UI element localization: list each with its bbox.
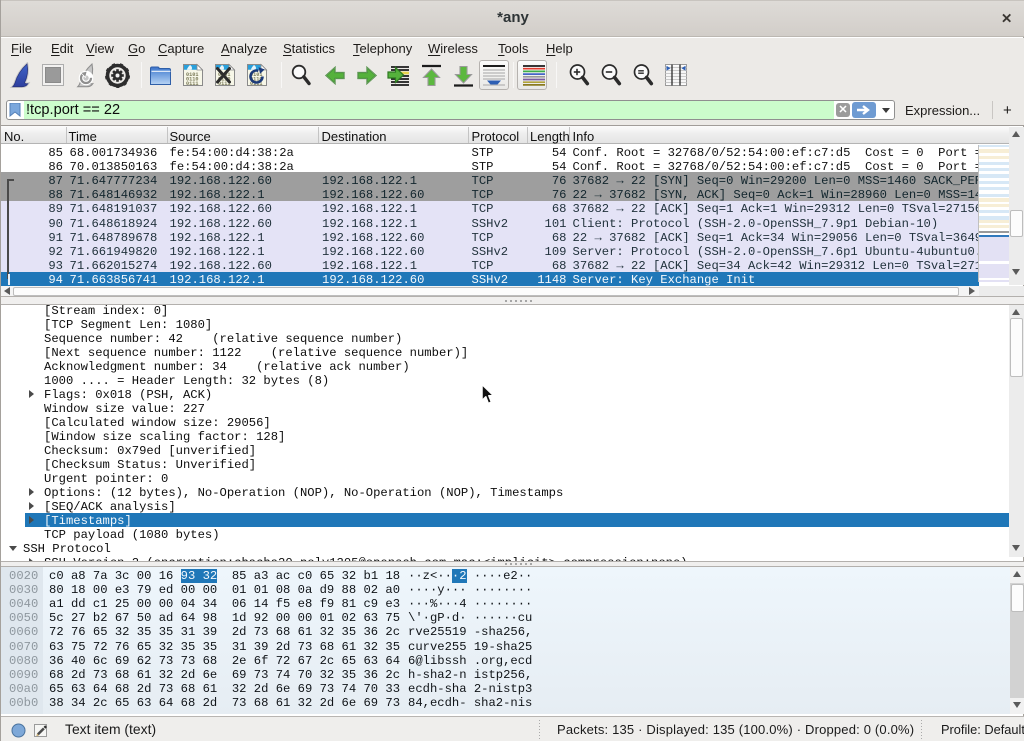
svg-text:0111: 0111	[186, 81, 198, 87]
